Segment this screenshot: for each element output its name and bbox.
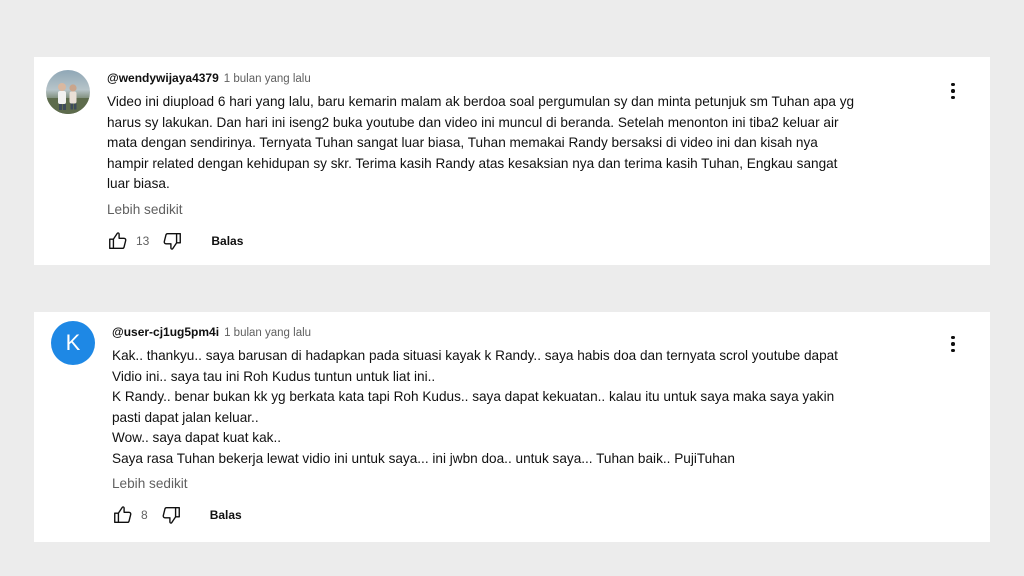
comment-line: Wow.. saya dapat kuat kak.. <box>112 430 282 445</box>
author-handle[interactable]: @user-cj1ug5pm4i <box>112 325 219 339</box>
author-handle[interactable]: @wendywijaya4379 <box>107 71 219 85</box>
show-less-button[interactable]: Lebih sedikit <box>107 201 930 219</box>
comment-meta: @wendywijaya4379 1 bulan yang lalu <box>107 69 930 88</box>
comment-line: Kak.. thankyu.. saya barusan di hadapkan… <box>112 348 838 363</box>
dislike-button[interactable] <box>161 230 183 252</box>
comment-meta: @user-cj1ug5pm4i 1 bulan yang lalu <box>112 323 930 342</box>
comment-line: Video ini diupload 6 hari yang lalu, bar… <box>107 94 855 109</box>
comment-line: hampir related dengan kehidupan sy skr. … <box>107 155 838 171</box>
show-less-button[interactable]: Lebih sedikit <box>112 475 930 493</box>
comment-time[interactable]: 1 bulan yang lalu <box>224 73 311 85</box>
thumb-down-icon <box>162 506 180 524</box>
avatar[interactable]: K <box>51 321 95 365</box>
comment-line: mata dengan sendirinya. Ternyata Tuhan s… <box>107 135 818 150</box>
more-vert-icon[interactable] <box>944 79 962 103</box>
comment-body: @wendywijaya4379 1 bulan yang lalu Video … <box>107 69 930 253</box>
thumb-up-icon <box>114 506 132 524</box>
comment-actions: 8 Balas <box>112 503 930 527</box>
like-count: 13 <box>136 233 150 248</box>
more-vert-icon[interactable] <box>944 332 962 356</box>
comment-line: luar biasa. <box>107 176 170 191</box>
comment-time[interactable]: 1 bulan yang lalu <box>224 327 311 339</box>
comment-line: Vidio ini.. saya tau ini Roh Kudus tuntu… <box>112 368 436 384</box>
avatar-letter: K <box>65 330 81 355</box>
avatar[interactable] <box>46 70 90 114</box>
comment-line: Saya rasa Tuhan bekerja lewat vidio ini … <box>112 450 735 466</box>
comment-body: @user-cj1ug5pm4i 1 bulan yang lalu Kak.. … <box>112 323 930 527</box>
comment-text: Kak.. thankyu.. saya barusan di hadapkan… <box>112 346 930 469</box>
avatar-photo-icon <box>46 83 90 114</box>
like-button[interactable] <box>107 230 129 252</box>
comment-actions: 13 Balas <box>107 229 930 253</box>
comment-card: K @user-cj1ug5pm4i 1 bulan yang lalu Kak.… <box>34 312 990 542</box>
dislike-button[interactable] <box>160 504 182 526</box>
like-button[interactable] <box>112 504 134 526</box>
comment-text: Video ini diupload 6 hari yang lalu, bar… <box>107 92 930 195</box>
thumb-up-icon <box>109 231 127 249</box>
comment-line: K Randy.. benar bukan kk yg berkata kata… <box>112 389 835 404</box>
comment-card: @wendywijaya4379 1 bulan yang lalu Video … <box>34 57 990 265</box>
reply-button[interactable]: Balas <box>210 508 242 522</box>
like-count: 8 <box>141 508 148 522</box>
comment-line: pasti dapat jalan keluar.. <box>112 409 259 425</box>
comment-line: harus sy lakukan. Dan hari ini iseng2 bu… <box>107 114 839 130</box>
thumb-down-icon <box>163 232 182 250</box>
reply-button[interactable]: Balas <box>211 234 243 248</box>
